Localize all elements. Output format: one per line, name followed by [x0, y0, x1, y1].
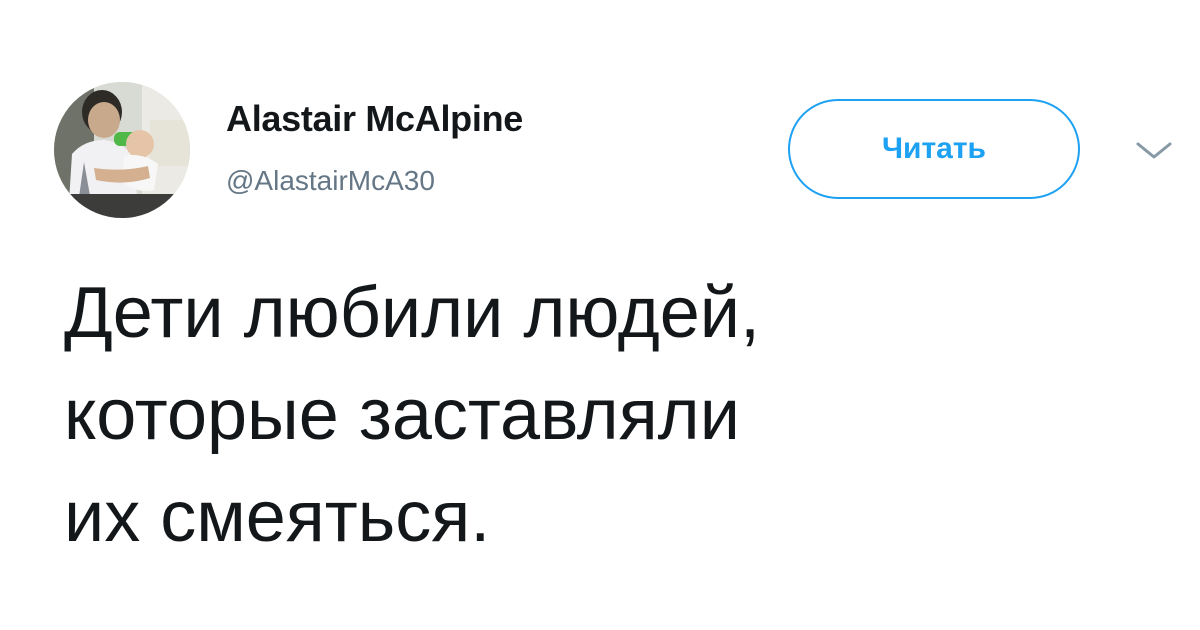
author-handle[interactable]: @AlastairMcA30 — [226, 165, 435, 197]
tweet-text-line: которые заставляли — [64, 375, 740, 455]
chevron-down-icon[interactable] — [1134, 138, 1174, 162]
profile-photo-icon — [54, 82, 190, 218]
tweet-text: Дети любили людей, которые заставляли их… — [64, 262, 1144, 568]
author-avatar[interactable] — [54, 82, 190, 218]
tweet-text-line: их смеяться. — [64, 477, 491, 557]
author-display-name[interactable]: Alastair McAlpine — [226, 98, 523, 140]
tweet-card: Alastair McAlpine @AlastairMcA30 Читать … — [0, 0, 1200, 630]
follow-button[interactable]: Читать — [788, 99, 1080, 199]
tweet-text-line: Дети любили людей, — [64, 273, 761, 353]
